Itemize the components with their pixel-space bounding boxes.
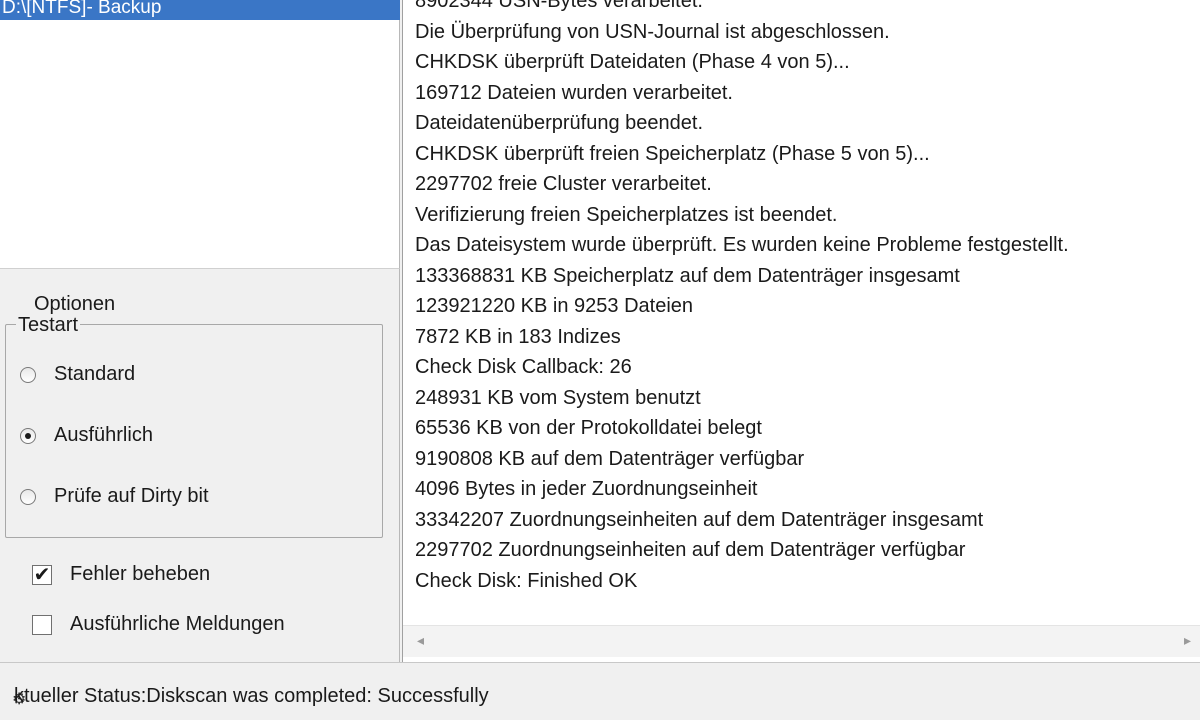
log-line: CHKDSK überprüft Dateidaten (Phase 4 von… (415, 51, 850, 73)
log-line: 248931 KB vom System benutzt (415, 386, 701, 409)
checkbox-verbose-messages-box[interactable] (32, 614, 52, 635)
radio-dirty-bit-label: Prüfe auf Dirty bit (54, 485, 209, 507)
radio-ausfuehrlich-circle[interactable] (20, 427, 36, 444)
radio-dirty-bit[interactable]: Prüfe auf Dirty bit (20, 485, 209, 508)
options-panel: Optionen Testart Standard Ausführlich Pr… (0, 268, 400, 662)
radio-standard[interactable]: Standard (20, 363, 135, 386)
scroll-left-icon[interactable]: ◂ (417, 632, 424, 649)
log-line: Check Disk Callback: 26 (415, 356, 632, 378)
log-line: 123921220 KB in 9253 Dateien (415, 295, 694, 317)
status-bar: ⚙ ktueller Status:Diskscan was completed… (0, 662, 1200, 720)
log-line: 9190808 KB auf dem Datenträger verfügbar (415, 447, 805, 470)
log-line: 33342207 Zuordnungseinheiten auf dem Dat… (415, 508, 984, 531)
log-line: Dateidatenüberprüfung beendet. (415, 112, 704, 134)
log-line: 4096 Bytes in jeder Zuordnungseinheit (415, 478, 758, 500)
log-output[interactable]: 8902344 USN-Bytes verarbeitet. Die Überp… (402, 0, 1200, 662)
checkbox-verbose-messages[interactable]: Ausführliche Meldungen (32, 613, 285, 636)
scroll-right-icon[interactable]: ▸ (1184, 632, 1191, 649)
checkbox-fix-errors[interactable]: ✔ Fehler beheben (32, 563, 210, 586)
drive-item-backup[interactable]: D:\[NTFS]- Backup (0, 0, 400, 20)
checkbox-verbose-messages-label: Ausführliche Meldungen (70, 613, 285, 635)
log-line: 133368831 KB Speicherplatz auf dem Daten… (415, 264, 960, 287)
drive-list[interactable]: D:\[NTFS]- Backup (0, 0, 400, 268)
radio-ausfuehrlich[interactable]: Ausführlich (20, 424, 153, 447)
log-line: Check Disk: Finished OK (415, 569, 638, 592)
radio-standard-label: Standard (54, 363, 136, 385)
log-line: 2297702 Zuordnungseinheiten auf dem Date… (415, 539, 966, 561)
log-line: Die Überprüfung von USN-Journal ist abge… (415, 20, 890, 43)
status-text: ktueller Status:Diskscan was completed: … (14, 685, 489, 707)
log-line: 8902344 USN-Bytes verarbeitet. (415, 0, 703, 12)
options-title: Optionen (34, 293, 116, 315)
checkbox-fix-errors-label: Fehler beheben (70, 563, 211, 585)
log-line: 169712 Dateien wurden verarbeitet. (415, 81, 733, 104)
checkbox-fix-errors-box[interactable]: ✔ (32, 564, 52, 585)
log-line: 65536 KB von der Protokolldatei belegt (415, 417, 762, 439)
log-line: Verifizierung freien Speicherplatzes ist… (415, 203, 838, 226)
radio-dirty-bit-circle[interactable] (20, 488, 36, 505)
log-line: 7872 KB in 183 Indizes (415, 325, 621, 348)
test-type-group: Testart Standard Ausführlich Prüfe auf D… (5, 315, 383, 538)
radio-ausfuehrlich-label: Ausführlich (54, 424, 153, 446)
radio-standard-circle[interactable] (20, 366, 36, 383)
log-line: Das Dateisystem wurde überprüft. Es wurd… (415, 234, 1069, 256)
horizontal-scrollbar[interactable]: ◂ ▸ (403, 625, 1200, 657)
test-type-legend: Testart (16, 314, 81, 336)
log-line: 2297702 freie Cluster verarbeitet. (415, 173, 712, 195)
log-lines: 8902344 USN-Bytes verarbeitet. Die Überp… (415, 0, 1200, 596)
log-line: CHKDSK überprüft freien Speicherplatz (P… (415, 142, 930, 165)
